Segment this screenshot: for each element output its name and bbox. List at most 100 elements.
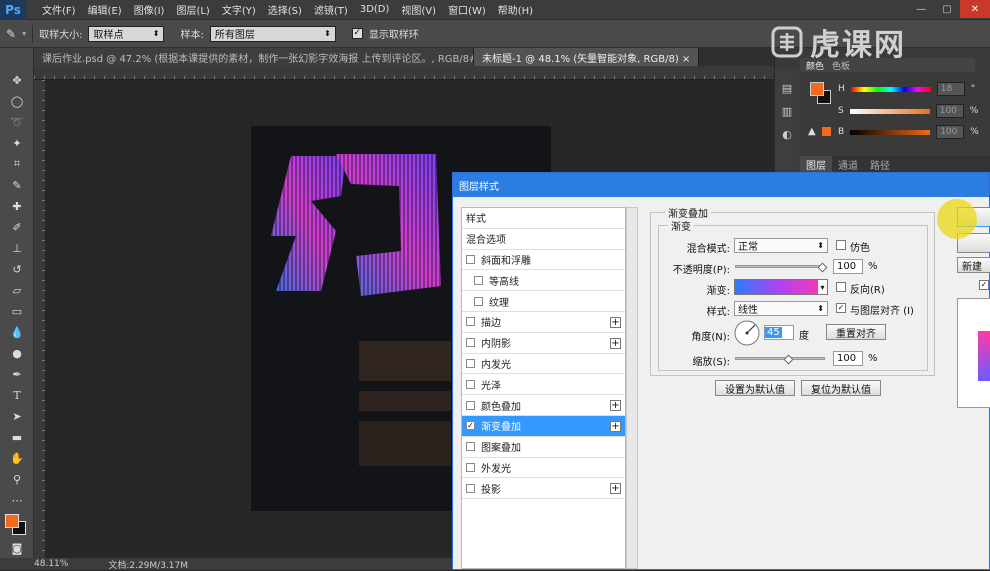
magic-wand-tool-icon[interactable]: ✦ — [2, 133, 32, 153]
pattern-overlay-checkbox[interactable] — [466, 442, 475, 452]
path-selection-tool-icon[interactable]: ➤ — [2, 406, 32, 426]
zoom-level[interactable]: 48.11% — [34, 559, 68, 569]
sample-select[interactable]: 所有图层 ⬍ — [209, 25, 336, 42]
brightness-value[interactable]: 100 — [936, 125, 965, 139]
more-tools-icon[interactable]: ⋯ — [2, 490, 32, 510]
style-item-drop-shadow[interactable]: 投影 + — [462, 478, 625, 500]
inner-shadow-checkbox[interactable] — [466, 338, 475, 348]
hue-value[interactable]: 18 — [936, 82, 965, 96]
opacity-input[interactable]: 100 — [833, 259, 863, 274]
tab-paths[interactable]: 路径 — [864, 156, 896, 172]
blur-tool-icon[interactable]: 💧 — [2, 322, 32, 342]
menu-3d[interactable]: 3D(D) — [354, 4, 396, 15]
add-inner-shadow-button[interactable]: + — [610, 337, 621, 349]
adjustments-panel-icon[interactable]: ◐ — [775, 128, 799, 141]
style-item-stroke[interactable]: 描边 + — [462, 312, 625, 333]
hand-tool-icon[interactable]: ✋ — [2, 448, 32, 468]
style-item-pattern-overlay[interactable]: 图案叠加 — [462, 437, 625, 458]
menu-view[interactable]: 视图(V) — [395, 2, 442, 17]
gradient-preview[interactable] — [734, 279, 828, 295]
foreground-color-swatch[interactable] — [5, 514, 19, 528]
add-color-overlay-button[interactable]: + — [610, 400, 621, 412]
rectangle-tool-icon[interactable]: ▬ — [2, 427, 32, 447]
reverse-checkbox[interactable] — [836, 282, 846, 292]
reset-alignment-button[interactable]: 重置对齐 — [826, 324, 886, 340]
hue-slider-row[interactable]: H 18 ° — [838, 82, 988, 96]
add-drop-shadow-button[interactable]: + — [610, 483, 621, 495]
saturation-slider-row[interactable]: S 100 % — [838, 104, 988, 118]
scale-slider[interactable] — [735, 357, 825, 360]
style-item-color-overlay[interactable]: 颜色叠加 + — [462, 395, 625, 416]
tab-layers[interactable]: 图层 — [800, 156, 832, 172]
menu-select[interactable]: 选择(S) — [262, 2, 308, 17]
zoom-tool-icon[interactable]: ⚲ — [2, 469, 32, 489]
close-window-button[interactable]: ✕ — [960, 0, 990, 18]
eyedropper-tool-icon[interactable]: ✎ — [2, 175, 32, 195]
saturation-value[interactable]: 100 — [935, 104, 964, 118]
inner-glow-checkbox[interactable] — [466, 358, 475, 368]
texture-checkbox[interactable] — [474, 296, 483, 306]
satin-checkbox[interactable] — [466, 379, 475, 389]
color-panel-swatches[interactable] — [810, 82, 834, 106]
menu-file[interactable]: 文件(F) — [36, 2, 82, 17]
reset-default-button[interactable]: 复位为默认值 — [801, 380, 881, 396]
crop-tool-icon[interactable]: ⌗ — [2, 154, 32, 174]
color-overlay-checkbox[interactable] — [466, 400, 475, 410]
style-item-contour[interactable]: 等高线 — [462, 270, 625, 292]
doc-tab-untitled[interactable]: 未标题-1 @ 48.1% (矢量智能对象, RGB/8) × — [474, 48, 700, 66]
style-item-satin[interactable]: 光泽 — [462, 374, 625, 396]
style-list-scrollbar[interactable] — [626, 207, 638, 569]
style-item-blending-options[interactable]: 混合选项 — [462, 229, 625, 250]
style-item-texture[interactable]: 纹理 — [462, 291, 625, 312]
menu-help[interactable]: 帮助(H) — [492, 2, 539, 17]
eyedropper-icon[interactable]: ✎ — [6, 27, 16, 41]
pen-tool-icon[interactable]: ✒ — [2, 364, 32, 384]
lasso-tool-icon[interactable]: ➰ — [2, 112, 32, 132]
type-tool-icon[interactable]: T — [2, 385, 32, 405]
add-stroke-button[interactable]: + — [610, 316, 621, 328]
scale-input[interactable]: 100 — [833, 351, 863, 366]
set-default-button[interactable]: 设置为默认值 — [715, 380, 795, 396]
brush-tool-icon[interactable]: ✐ — [2, 217, 32, 237]
move-tool-icon[interactable]: ✥ — [2, 70, 32, 90]
stroke-checkbox[interactable] — [466, 317, 475, 327]
properties-panel-icon[interactable]: ▥ — [775, 105, 799, 118]
saturation-slider[interactable] — [849, 108, 930, 114]
bevel-checkbox[interactable] — [466, 254, 475, 264]
history-panel-icon[interactable]: ▤ — [775, 82, 799, 95]
menu-window[interactable]: 窗口(W) — [442, 2, 492, 17]
new-style-button[interactable]: 新建 — [957, 257, 990, 273]
healing-brush-tool-icon[interactable]: ✚ — [2, 196, 32, 216]
add-gradient-overlay-button[interactable]: + — [610, 420, 621, 432]
minimize-button[interactable]: — — [908, 0, 934, 18]
gradient-style-select[interactable]: 线性 ⬍ — [734, 301, 828, 316]
foreground-color[interactable] — [810, 82, 824, 96]
quick-mask-icon[interactable]: ◙ — [2, 538, 32, 558]
gradient-tool-icon[interactable]: ▭ — [2, 301, 32, 321]
style-item-gradient-overlay[interactable]: ✓ 渐变叠加 + — [462, 415, 625, 437]
menu-image[interactable]: 图像(I) — [128, 2, 171, 17]
style-item-bevel[interactable]: 斜面和浮雕 — [462, 250, 625, 271]
opacity-slider[interactable] — [735, 265, 825, 268]
angle-dial[interactable] — [733, 319, 761, 347]
dialog-title[interactable]: 图层样式 — [453, 173, 989, 197]
color-swatches[interactable] — [2, 512, 32, 536]
gradient-overlay-checkbox[interactable]: ✓ — [466, 421, 475, 431]
menu-layer[interactable]: 图层(L) — [170, 2, 215, 17]
drop-shadow-checkbox[interactable] — [466, 483, 475, 493]
align-with-layer-checkbox[interactable]: ✓ — [836, 303, 846, 313]
maximize-button[interactable]: ▢ — [934, 0, 960, 18]
style-item-inner-shadow[interactable]: 内阴影 + — [462, 333, 625, 354]
style-item-inner-glow[interactable]: 内发光 — [462, 354, 625, 375]
style-item-styles[interactable]: 样式 — [462, 208, 625, 229]
show-ring-checkbox[interactable]: ✓ — [351, 28, 363, 39]
brightness-slider-row[interactable]: B 100 % — [838, 125, 988, 139]
doc-tab-homework[interactable]: 课后作业.psd @ 47.2% (根据本课提供的素材，制作一张幻影字效海报 上… — [34, 48, 474, 66]
menu-filter[interactable]: 滤镜(T) — [308, 2, 354, 17]
preview-checkbox[interactable]: ✓ — [979, 280, 989, 290]
menu-edit[interactable]: 编辑(E) — [82, 2, 128, 17]
tool-preset-chevron-icon[interactable]: ▾ — [22, 29, 26, 38]
gradient-dropdown-button[interactable]: ▾ — [817, 279, 828, 295]
tab-channels[interactable]: 通道 — [832, 156, 864, 172]
menu-type[interactable]: 文字(Y) — [216, 2, 262, 17]
